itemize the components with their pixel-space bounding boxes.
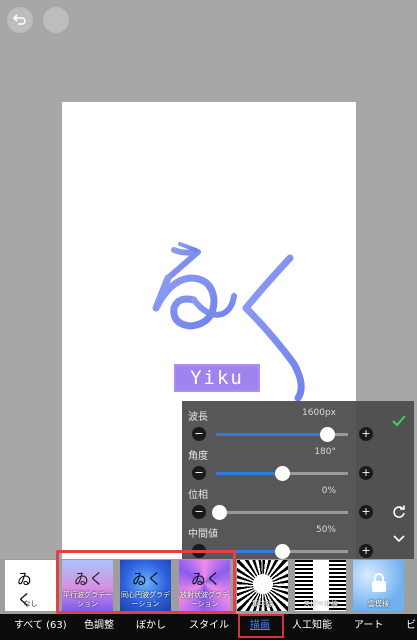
slider-track[interactable] [216,466,348,481]
category-tab-bar: すべて (63) 色調整 ぼかし スタイル 描画 人工知能 アート ビ [0,614,417,640]
filter-focus-lines[interactable]: 集中線 [237,560,288,611]
minus-button[interactable]: − [192,466,206,480]
plus-button[interactable]: + [359,544,373,558]
tab-style[interactable]: スタイル [189,614,229,640]
slider-thumb[interactable] [319,427,335,442]
slider-value: 50% [315,525,336,535]
confirm-button[interactable] [388,410,410,432]
filter-preview: ゐく [17,570,33,609]
slider-track[interactable] [211,505,348,520]
undo-button[interactable] [7,7,33,33]
reset-icon [393,505,405,518]
slider-row-angle: 角度 180° − + [182,447,382,491]
tab-ai[interactable]: 人工知能 [292,614,332,640]
lock-icon [372,573,386,592]
filter-caption: 集中線 [252,600,273,608]
plus-button[interactable]: + [359,466,373,480]
slider-label: 位相 [188,490,208,501]
slider-track[interactable] [216,427,348,442]
minus-button[interactable]: − [192,505,206,519]
highlight-box [238,614,284,638]
slider-label: 中間値 [188,529,218,540]
checkmark-icon [392,415,406,427]
slider-value: 0% [321,486,336,496]
highlight-box [56,550,236,614]
menu-button[interactable] [43,7,69,33]
filter-caption: スピード線 [303,600,338,608]
slider-thumb[interactable] [211,505,227,520]
slider-row-phase: 位相 0% − + [182,486,382,530]
slider-label: 波長 [188,412,208,423]
slider-thumb[interactable] [275,544,290,559]
filter-caption: 雲模様 [368,600,389,608]
collapse-button[interactable] [388,528,410,550]
minus-button[interactable]: − [192,427,206,441]
tab-more[interactable]: ビ [406,614,416,640]
focus-center [253,574,273,594]
reset-button[interactable] [388,501,410,523]
artwork-sub-text: Yiku [174,364,260,392]
filter-none[interactable]: ゐく なし [5,560,56,611]
slider-value: 180° [314,447,336,457]
tab-color-adjust[interactable]: 色調整 [84,614,114,640]
plus-button[interactable]: + [359,505,373,519]
filter-cloud-pattern[interactable]: 雲模様 [353,560,404,611]
adjustment-panel: 波長 1600px − + 角度 180° − + 位相 0% − + 中間値 … [182,401,414,559]
chevron-down-icon [393,535,405,543]
tab-art[interactable]: アート [354,614,383,640]
slider-thumb[interactable] [275,466,290,481]
tab-all[interactable]: すべて (63) [14,614,67,640]
filter-speed-lines[interactable]: スピード線 [295,560,346,611]
slider-row-wavelength: 波長 1600px − + [182,408,382,452]
slider-value: 1600px [302,408,336,418]
slider-label: 角度 [188,451,208,462]
undo-icon [12,14,26,25]
tab-blur[interactable]: ぼかし [136,614,166,640]
filter-caption: なし [23,600,38,608]
plus-button[interactable]: + [359,427,373,441]
